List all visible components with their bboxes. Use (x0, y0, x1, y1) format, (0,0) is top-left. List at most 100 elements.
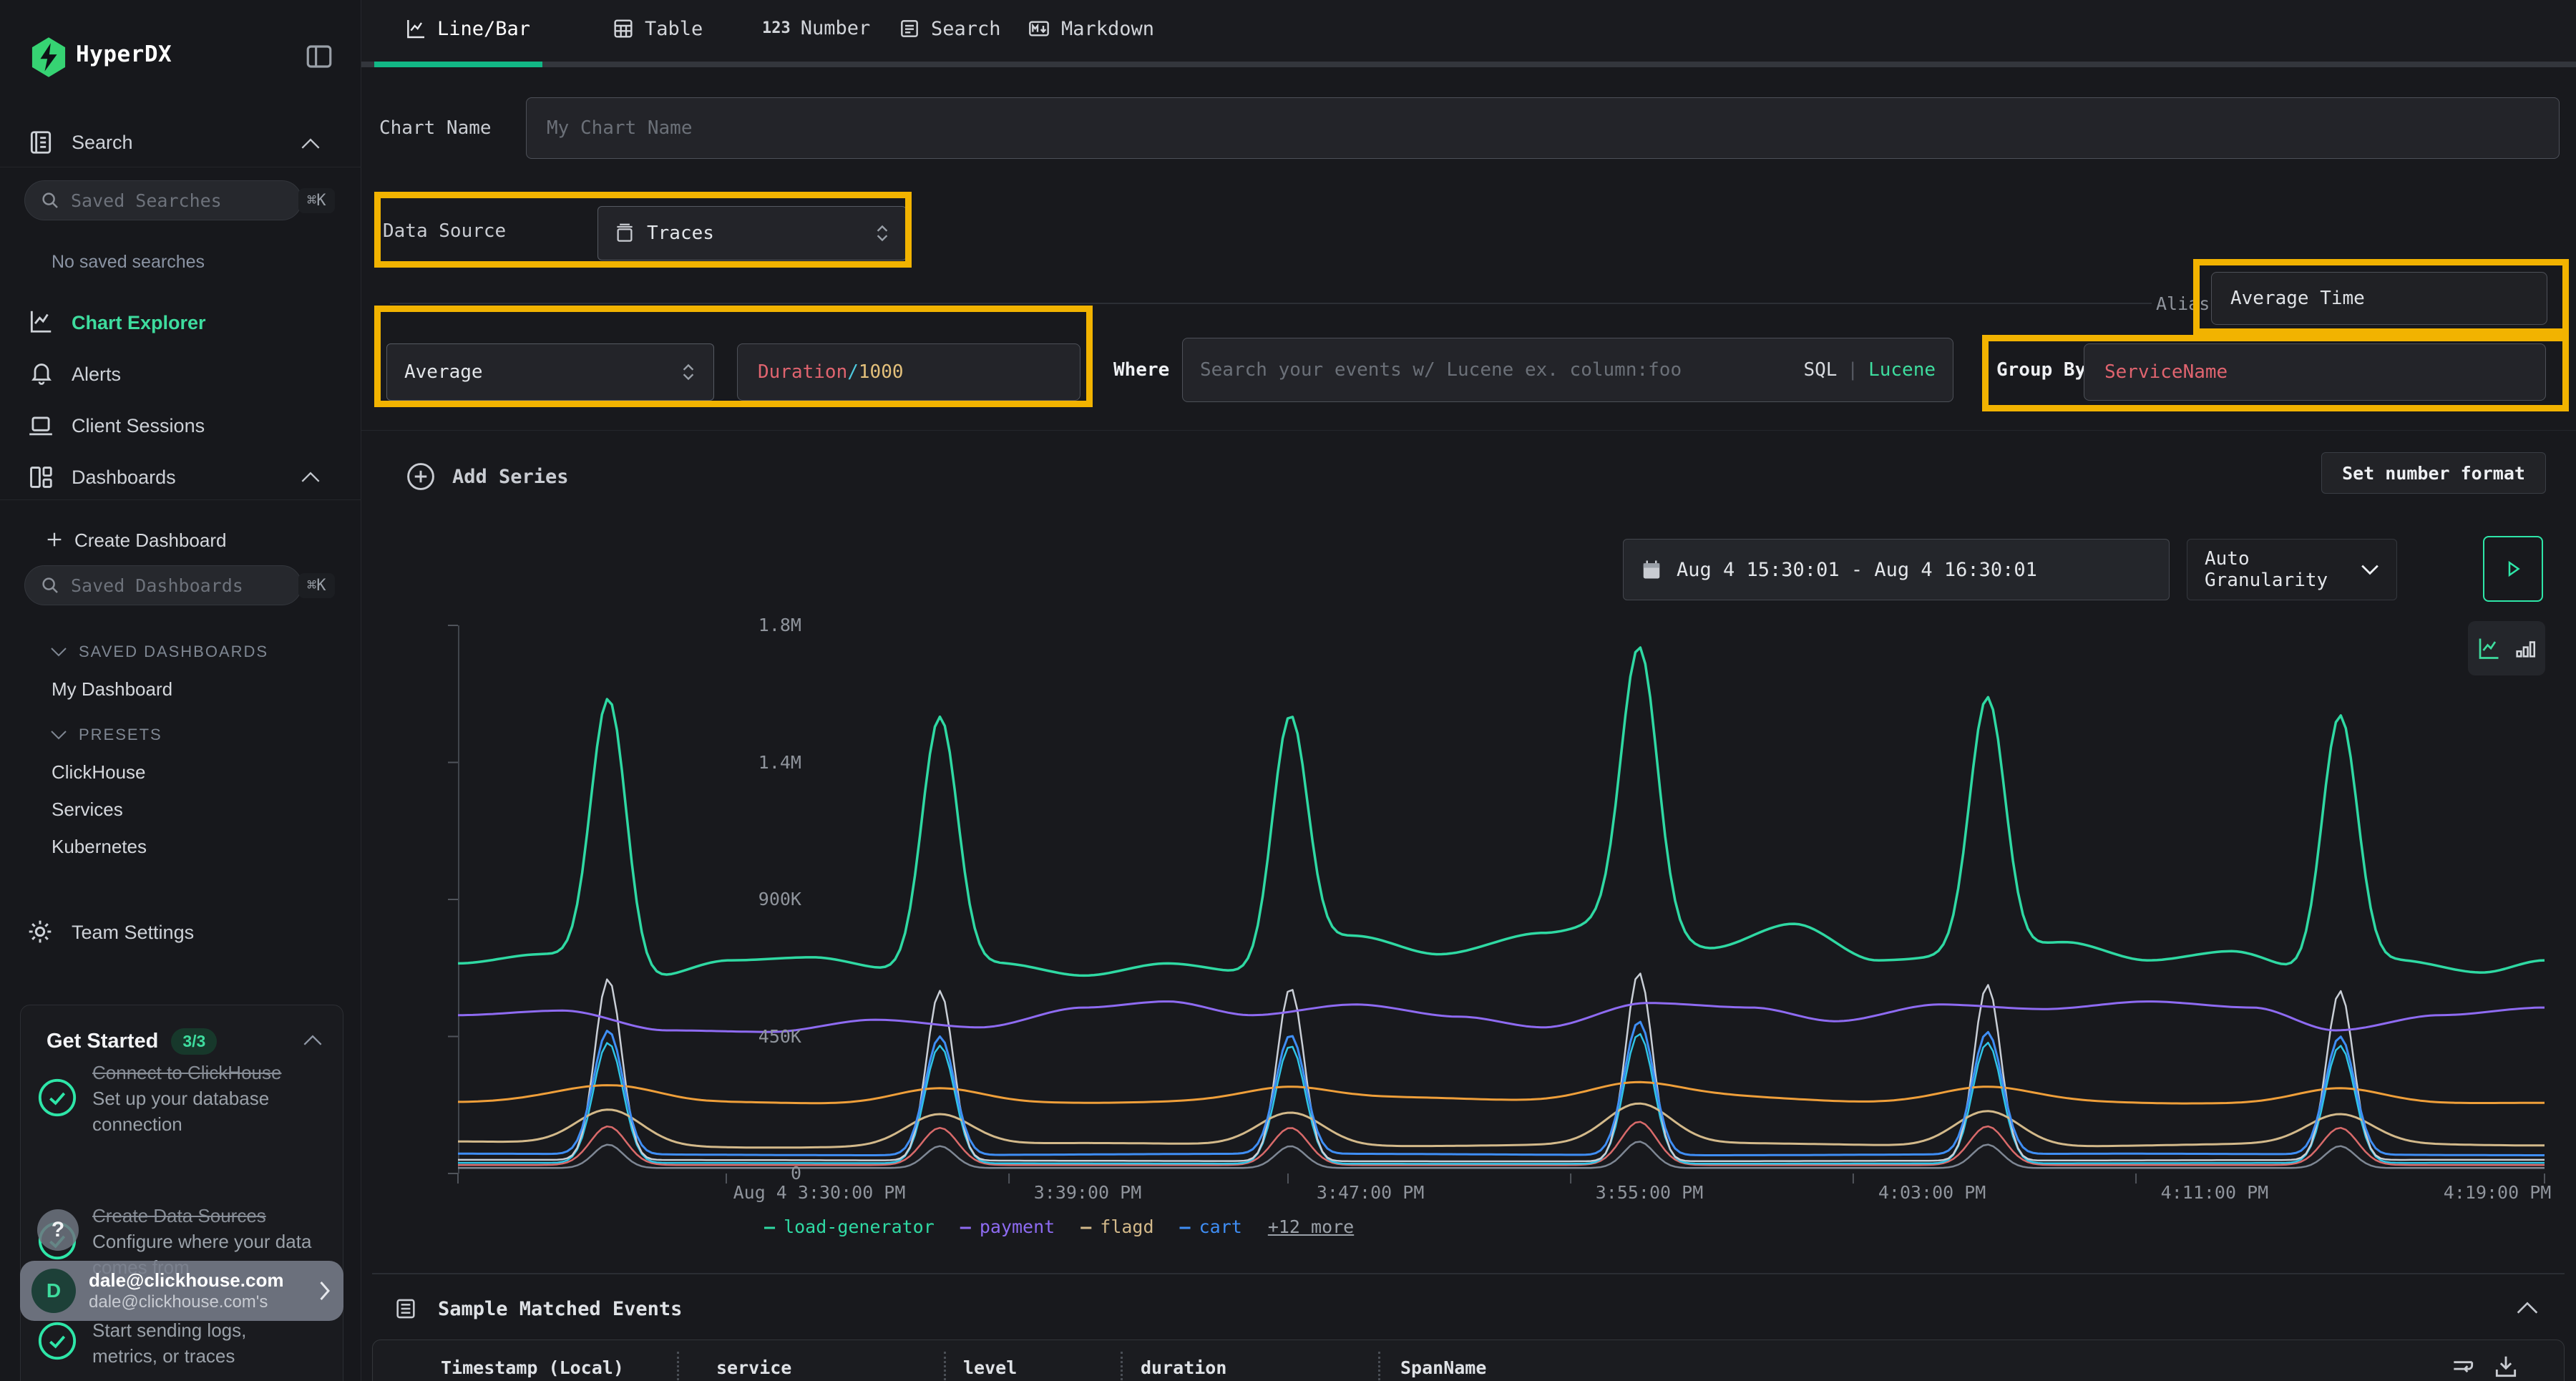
get-started-item-subtitle: Start sending logs, (92, 1317, 328, 1343)
divider (390, 303, 2152, 304)
x-tick-label: 4:03:00 PM (1878, 1182, 1986, 1203)
help-button[interactable]: ? (37, 1209, 79, 1251)
column-separator[interactable] (944, 1352, 946, 1380)
legend-label: flagd (1100, 1216, 1153, 1237)
wrap-text-icon[interactable] (2449, 1353, 2477, 1380)
chevron-down-icon (50, 646, 67, 658)
run-query-button[interactable] (2483, 536, 2543, 602)
markdown-icon (1027, 17, 1051, 40)
sidebar: HyperDX Search ⌘K No saved searches Char… (0, 0, 361, 1381)
saved-dashboards-input[interactable]: ⌘K (24, 565, 302, 605)
brand-title: HyperDX (76, 42, 172, 67)
where-field[interactable] (1200, 359, 1790, 381)
tab-bar: Line/Bar Table 123 Number Search Markdow… (361, 0, 2576, 67)
sidebar-item-team-settings[interactable]: Team Settings (72, 922, 194, 944)
column-header-level[interactable]: level (963, 1357, 1017, 1378)
presets-caption[interactable]: PRESETS (50, 726, 162, 744)
sample-events-header: Sample Matched Events (394, 1297, 682, 1321)
legend-more-link[interactable]: +12 more (1268, 1216, 1354, 1237)
sidebar-item-my-dashboard[interactable]: My Dashboard (52, 678, 172, 701)
alias-input[interactable]: Average Time (2211, 272, 2547, 325)
tab-active-indicator (374, 62, 542, 67)
legend-item[interactable]: —payment (960, 1216, 1055, 1237)
sidebar-item-clickhouse[interactable]: ClickHouse (52, 761, 146, 784)
sql-toggle[interactable]: SQL (1803, 359, 1837, 381)
no-saved-searches-text: No saved searches (52, 252, 205, 273)
number-123-icon: 123 (762, 19, 791, 37)
chart-series-unnamed (458, 1082, 2545, 1103)
aggregation-select[interactable]: Average (386, 343, 714, 401)
sidebar-item-alerts[interactable]: Alerts (72, 363, 121, 386)
list-icon (898, 17, 921, 40)
set-number-format-button[interactable]: Set number format (2321, 452, 2546, 494)
user-menu[interactable]: D dale@clickhouse.com dale@clickhouse.co… (20, 1261, 343, 1321)
column-separator[interactable] (1378, 1352, 1380, 1380)
group-by-input[interactable]: ServiceName (2084, 343, 2546, 401)
tab-line-bar[interactable]: Line/Bar (404, 17, 530, 40)
y-tick-label: 450K (730, 1026, 801, 1047)
tab-number[interactable]: 123 Number (762, 17, 870, 39)
tab-table[interactable]: Table (612, 17, 703, 40)
sidebar-item-chart-explorer[interactable]: Chart Explorer (72, 312, 206, 334)
saved-searches-input[interactable]: ⌘K (24, 180, 302, 220)
get-started-item-subtitle: Set up your database connection (92, 1085, 321, 1137)
main-panel: Line/Bar Table 123 Number Search Markdow… (361, 0, 2576, 1381)
expression-input[interactable]: Duration/1000 (737, 343, 1080, 401)
chart-legend: —load-generator —payment — flagd —cart +12 m… (764, 1216, 1354, 1237)
time-range-picker[interactable]: Aug 4 15:30:01 - Aug 4 16:30:01 (1623, 539, 2170, 600)
download-icon[interactable] (2492, 1353, 2519, 1380)
column-header-service[interactable]: service (716, 1357, 791, 1378)
shortcut-badge: ⌘K (298, 573, 335, 598)
column-header-spanname[interactable]: SpanName (1400, 1357, 1486, 1378)
y-tick-label: 900K (730, 889, 801, 909)
saved-dashboards-field[interactable] (71, 575, 298, 596)
column-header-duration[interactable]: duration (1141, 1357, 1226, 1378)
sidebar-item-services[interactable]: Services (52, 799, 123, 821)
gear-icon (26, 917, 54, 946)
legend-item[interactable]: —cart (1180, 1216, 1242, 1237)
data-source-select[interactable]: Traces (597, 206, 907, 260)
granularity-select[interactable]: Auto Granularity (2187, 539, 2397, 600)
select-chevrons-icon (680, 361, 696, 383)
chart-series-load-generator (458, 648, 2545, 975)
sidebar-item-kubernetes[interactable]: Kubernetes (52, 836, 147, 858)
saved-dashboards-caption[interactable]: SAVED DASHBOARDS (50, 643, 268, 661)
x-tick-label: 3:47:00 PM (1317, 1182, 1425, 1203)
legend-swatch: — (1080, 1216, 1091, 1237)
add-series-button[interactable]: Add Series (405, 461, 569, 492)
sidebar-collapse-icon[interactable] (304, 42, 334, 72)
legend-item[interactable]: — flagd (1080, 1216, 1153, 1237)
where-label: Where (1113, 359, 1169, 381)
create-dashboard-button[interactable]: Create Dashboard (74, 530, 226, 552)
legend-label: load-generator (784, 1216, 935, 1237)
lucene-toggle[interactable]: Lucene (1868, 359, 1936, 381)
sidebar-item-client-sessions[interactable]: Client Sessions (72, 415, 205, 437)
column-separator[interactable] (1121, 1352, 1123, 1380)
tab-markdown[interactable]: Markdown (1027, 17, 1154, 40)
chevron-up-icon[interactable] (301, 471, 321, 484)
get-started-title: Get Started (47, 1030, 158, 1053)
x-tick-label: 3:39:00 PM (1034, 1182, 1142, 1203)
get-started-item-title: Connect to ClickHouse (92, 1060, 321, 1085)
sidebar-item-search[interactable]: Search (72, 132, 133, 154)
play-icon (2502, 558, 2524, 580)
x-tick-label: 4:11:00 PM (2161, 1182, 2269, 1203)
where-input[interactable]: SQL | Lucene (1182, 338, 1953, 402)
chart-series-unnamed (458, 974, 2545, 1161)
chevron-up-icon[interactable] (303, 1034, 323, 1047)
sample-events-table: Timestamp (Local) service level duration… (372, 1339, 2565, 1381)
legend-label: cart (1199, 1216, 1242, 1237)
chevron-up-icon[interactable] (2516, 1301, 2539, 1315)
chevron-up-icon[interactable] (301, 137, 321, 150)
saved-searches-field[interactable] (71, 190, 298, 211)
select-chevrons-icon (874, 223, 890, 244)
y-tick-label: 0 (730, 1163, 801, 1184)
sidebar-item-dashboards[interactable]: Dashboards (72, 467, 176, 489)
column-separator[interactable] (677, 1352, 679, 1380)
tab-search[interactable]: Search (898, 17, 1001, 40)
plus-icon (44, 530, 64, 550)
chart-name-input[interactable] (526, 97, 2560, 159)
chart-name-field[interactable] (547, 117, 2539, 139)
legend-item[interactable]: —load-generator (764, 1216, 935, 1237)
column-header-timestamp[interactable]: Timestamp (Local) (441, 1357, 624, 1378)
